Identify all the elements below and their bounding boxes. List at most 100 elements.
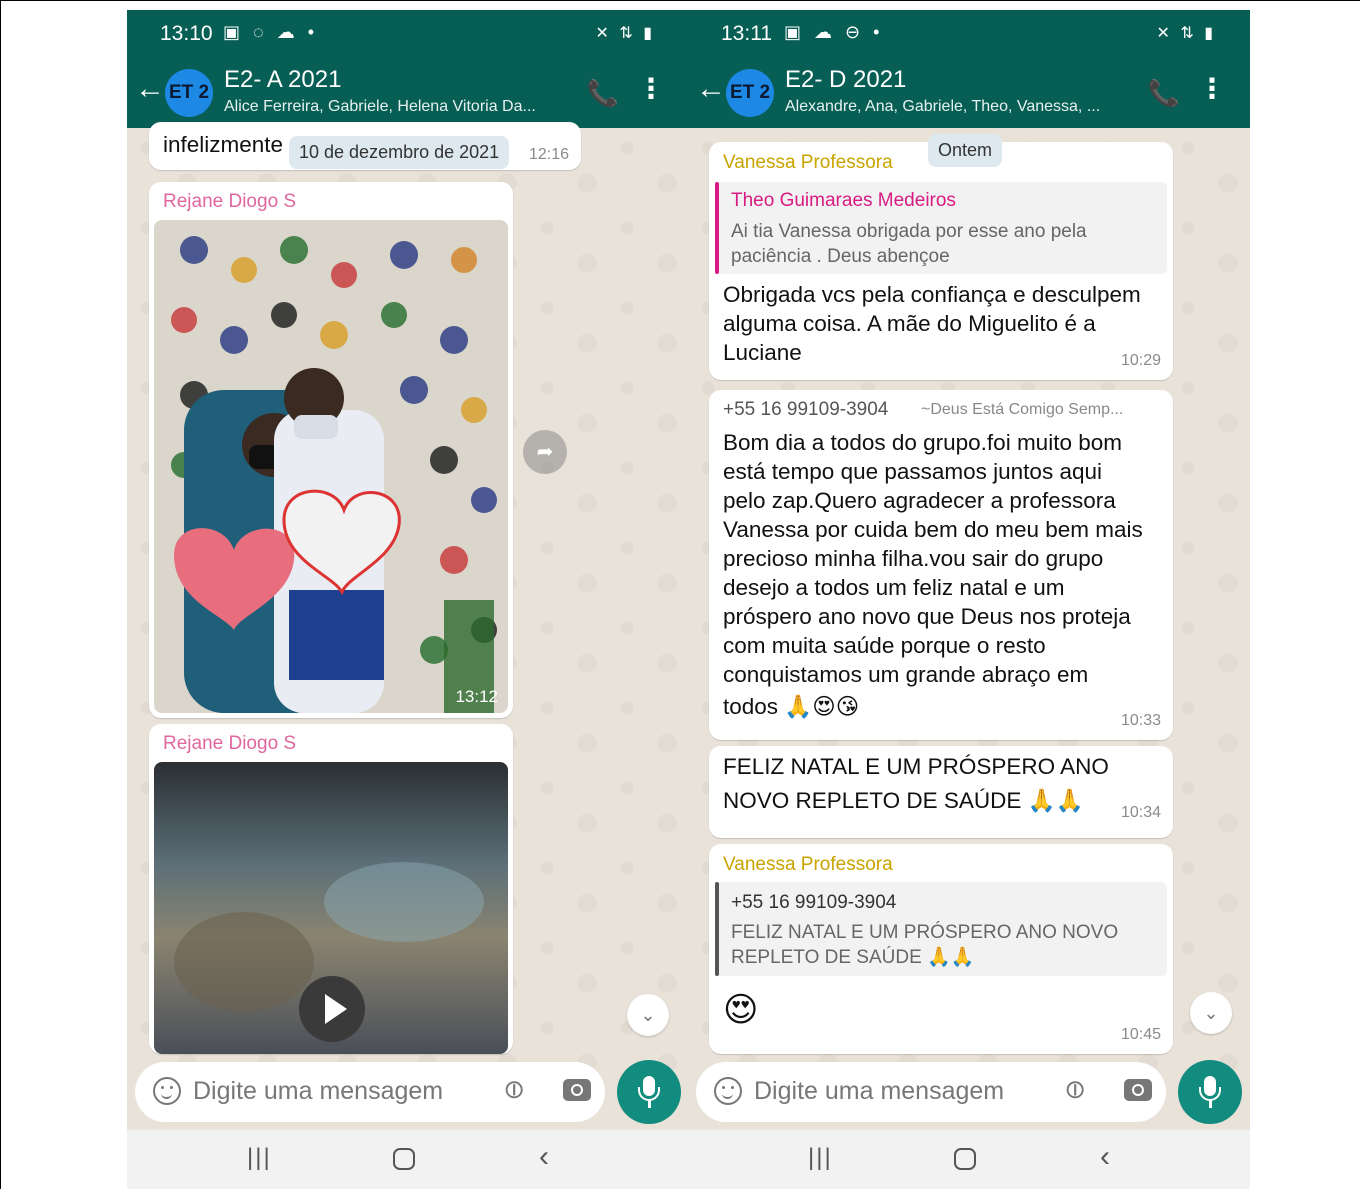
message-line: todos 🙏😍😘 xyxy=(723,694,860,719)
date-divider: 10 de dezembro de 2021 xyxy=(289,136,510,169)
attach-clip-icon[interactable]: ⊘ xyxy=(1056,1071,1093,1108)
emoji-icon[interactable] xyxy=(153,1077,181,1105)
quote-line: REPLETO DE SAÚDE 🙏🙏 xyxy=(731,947,975,968)
message-line: está tempo que passamos juntos aqui xyxy=(723,459,1102,484)
home-icon[interactable] xyxy=(393,1148,415,1170)
sender-name: Rejane Diogo S xyxy=(163,191,297,212)
frame-border-top xyxy=(0,0,1360,1)
group-avatar[interactable]: ET 2 xyxy=(165,69,213,117)
emoji-message: 😍 xyxy=(723,991,759,1029)
sender-name: Rejane Diogo S xyxy=(163,733,297,754)
message-line: Obrigada vcs pela confiança e desculpem xyxy=(723,282,1141,307)
video-thumbnail[interactable] xyxy=(154,762,508,1054)
group-avatar[interactable]: ET 2 xyxy=(726,69,774,117)
message-time: 10:34 xyxy=(1120,804,1161,821)
message-bubble[interactable]: FELIZ NATAL E UM PRÓSPERO ANO NOVO REPLE… xyxy=(709,746,1173,838)
message-placeholder[interactable]: Digite uma mensagem xyxy=(754,1077,1004,1106)
camera-icon[interactable] xyxy=(1124,1079,1152,1101)
video-message[interactable]: Rejane Diogo S xyxy=(149,724,513,1054)
status-bar: 13:10 ▣ ◌ ☁ • ✕ ⇅ ▮ xyxy=(127,10,689,56)
android-navbar: ||| ‹ xyxy=(688,1130,1250,1189)
message-line: FELIZ NATAL E UM PRÓSPERO ANO xyxy=(723,754,1109,779)
message-time: 12:16 xyxy=(528,146,569,163)
message-input[interactable]: Digite uma mensagem ⊘ xyxy=(135,1062,605,1122)
message-input[interactable]: Digite uma mensagem ⊘ xyxy=(696,1062,1166,1122)
group-title[interactable]: E2- D 2021 xyxy=(785,66,906,94)
group-members[interactable]: Alice Ferreira, Gabriele, Helena Vitoria… xyxy=(224,98,569,116)
more-vert-icon[interactable]: ⋮ xyxy=(1198,72,1226,105)
message-line: Vanessa por cuida bem do meu bem mais xyxy=(723,517,1143,542)
quote-line: Ai tia Vanessa obrigada por esse ano pel… xyxy=(731,221,1087,242)
sender-phone: +55 16 99109-3904 xyxy=(723,399,889,420)
message-line: precioso minha filha.vou sair do grupo xyxy=(723,546,1104,571)
nav-back-icon[interactable]: ‹ xyxy=(539,1140,549,1174)
sender-name: Vanessa Professora xyxy=(723,152,893,173)
message-line: Bom dia a todos do grupo.foi muito bom xyxy=(723,430,1122,455)
message-bubble[interactable]: Vanessa Professora +55 16 99109-3904 FEL… xyxy=(709,844,1173,1054)
notification-icons: ▣ ◌ ☁ • xyxy=(223,22,319,42)
group-title[interactable]: E2- A 2021 xyxy=(224,66,341,94)
message-line: próspero ano novo que Deus nos proteja xyxy=(723,604,1131,629)
left-phone-screen: 13:10 ▣ ◌ ☁ • ✕ ⇅ ▮ ← ET 2 E2- A 2021 Al… xyxy=(127,10,689,1189)
message-time: 10:33 xyxy=(1120,712,1161,729)
attach-clip-icon[interactable]: ⊘ xyxy=(495,1071,532,1108)
group-members[interactable]: Alexandre, Ana, Gabriele, Theo, Vanessa,… xyxy=(785,98,1130,116)
message-placeholder[interactable]: Digite uma mensagem xyxy=(193,1077,443,1106)
nav-back-icon[interactable]: ‹ xyxy=(1100,1140,1110,1174)
status-time: 13:11 xyxy=(721,22,772,45)
message-time: 10:45 xyxy=(1120,1026,1161,1043)
status-time: 13:10 xyxy=(160,22,213,45)
add-call-icon[interactable]: 📞 xyxy=(587,78,619,109)
message-line: NOVO REPLETO DE SAÚDE 🙏🙏 xyxy=(723,788,1084,813)
message-time: 10:29 xyxy=(1120,352,1161,369)
quote-bar xyxy=(715,182,719,274)
message-line: pelo zap.Quero agradecer a professora xyxy=(723,488,1116,513)
photo-message[interactable]: Rejane Diogo S 13:12 xyxy=(149,182,513,718)
sender-name: Vanessa Professora xyxy=(723,854,893,875)
quote-sender: Theo Guimaraes Medeiros xyxy=(731,190,956,211)
home-icon[interactable] xyxy=(954,1148,976,1170)
quoted-message[interactable]: +55 16 99109-3904 FELIZ NATAL E UM PRÓSP… xyxy=(715,882,1167,976)
chat-header: ← ET 2 E2- A 2021 Alice Ferreira, Gabrie… xyxy=(127,56,689,128)
camera-icon[interactable] xyxy=(563,1079,591,1101)
shared-photo[interactable]: 13:12 xyxy=(154,220,508,713)
scroll-down-icon[interactable]: ⌄ xyxy=(627,994,669,1036)
recents-icon[interactable]: ||| xyxy=(808,1144,833,1172)
mic-icon[interactable] xyxy=(1178,1060,1242,1124)
quote-bar xyxy=(715,882,719,976)
chat-header: ← ET 2 E2- D 2021 Alexandre, Ana, Gabrie… xyxy=(688,56,1250,128)
play-icon[interactable] xyxy=(299,976,365,1042)
back-arrow-icon[interactable]: ← xyxy=(696,74,726,104)
message-line: conquistamos um grande abraço em xyxy=(723,662,1089,687)
photo-image xyxy=(154,220,508,713)
notification-icons: ▣ ☁ ⊖ • xyxy=(784,22,884,42)
date-divider: Ontem xyxy=(928,134,1003,167)
quote-line: FELIZ NATAL E UM PRÓSPERO ANO NOVO xyxy=(731,922,1119,943)
mic-icon[interactable] xyxy=(617,1060,681,1124)
message-line: desejo a todos um feliz natal e um xyxy=(723,575,1065,600)
frame-border-left xyxy=(0,0,1,1189)
sender-alias: ~Deus Está Comigo Semp... xyxy=(921,401,1124,418)
forward-icon[interactable]: ➦ xyxy=(523,430,567,474)
emoji-icon[interactable] xyxy=(714,1077,742,1105)
signal-battery-icons: ✕ ⇅ ▮ xyxy=(595,25,655,42)
status-bar: 13:11 ▣ ☁ ⊖ • ✕ ⇅ ▮ xyxy=(688,10,1250,56)
android-navbar: ||| ‹ xyxy=(127,1130,689,1189)
quoted-message[interactable]: Theo Guimaraes Medeiros Ai tia Vanessa o… xyxy=(715,182,1167,274)
message-line: alguma coisa. A mãe do Miguelito é a xyxy=(723,311,1096,336)
message-text: infelizmente xyxy=(163,132,284,157)
quote-line: paciência . Deus abençoe xyxy=(731,246,950,267)
more-vert-icon[interactable]: ⋮ xyxy=(637,72,665,105)
photo-time: 13:12 xyxy=(455,687,498,706)
add-call-icon[interactable]: 📞 xyxy=(1148,78,1180,109)
right-phone-screen: 13:11 ▣ ☁ ⊖ • ✕ ⇅ ▮ ← ET 2 E2- D 2021 Al… xyxy=(688,10,1250,1189)
back-arrow-icon[interactable]: ← xyxy=(135,74,165,104)
message-bubble[interactable]: Vanessa Professora Theo Guimaraes Medeir… xyxy=(709,142,1173,380)
scroll-down-icon[interactable]: ⌄ xyxy=(1190,992,1232,1034)
signal-battery-icons: ✕ ⇅ ▮ xyxy=(1156,25,1216,42)
message-line: Luciane xyxy=(723,340,802,365)
quote-sender: +55 16 99109-3904 xyxy=(731,892,897,913)
recents-icon[interactable]: ||| xyxy=(247,1144,272,1172)
message-line: com muita saúde porque o resto xyxy=(723,633,1046,658)
message-bubble[interactable]: +55 16 99109-3904 ~Deus Está Comigo Semp… xyxy=(709,390,1173,740)
